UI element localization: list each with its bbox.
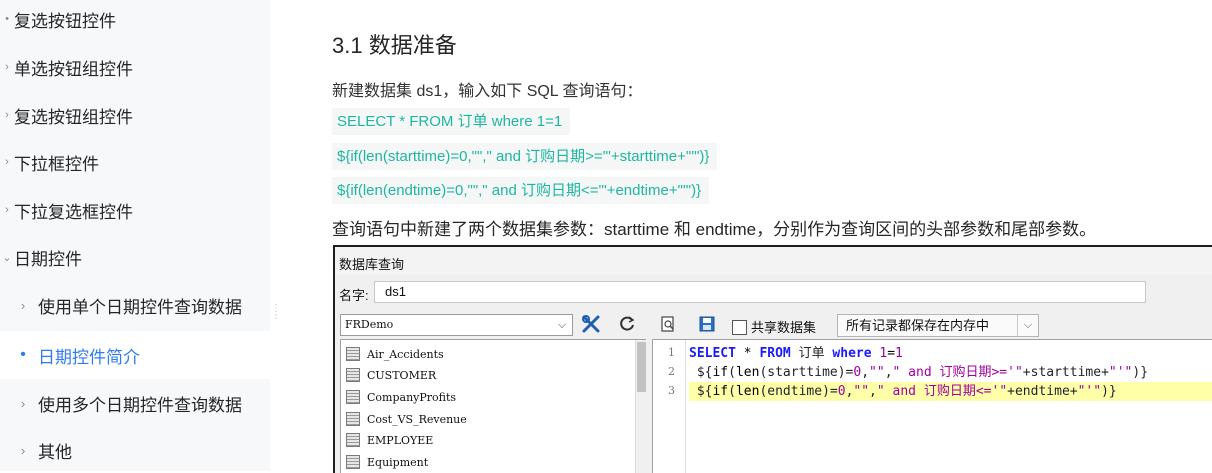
sidebar-child-date-control-intro[interactable]: • 日期控件简介 [0, 331, 270, 379]
share-dataset-label: 共享数据集 [751, 320, 817, 335]
sidebar-item-radio-group-control[interactable]: › 单选按钮组控件 [0, 44, 270, 90]
table-icon [346, 455, 360, 469]
chevron-right-icon: › [5, 61, 9, 73]
memory-mode-select[interactable]: 所有记录都保存在内存中 ⌵ [837, 314, 1039, 337]
sidebar-child-single-date-query[interactable]: › 使用单个日期控件查询数据 [0, 282, 270, 328]
line-number: 2 [668, 365, 675, 378]
sidebar-item-dropdown-checkbox-control[interactable]: › 下拉复选框控件 [0, 187, 270, 233]
datasource-value: FRDemo [345, 318, 394, 331]
sidebar-item-label: 单选按钮组控件 [14, 59, 133, 79]
table-item[interactable]: CUSTOMER [346, 365, 436, 385]
sql-line-2: ${if(len(starttime)=0,""," and 订购日期>='"+… [689, 365, 1149, 380]
table-list[interactable]: Air_Accidents CUSTOMER CompanyProfits Co… [340, 339, 648, 473]
sidebar-child-other[interactable]: › 其他 [0, 427, 270, 473]
chevron-right-icon: › [5, 204, 9, 216]
scrollbar-thumb[interactable] [637, 342, 646, 392]
share-dataset-checkbox[interactable] [732, 320, 747, 335]
code-line: ${if(len(endtime)=0,""," and 订购日期<='"+en… [332, 177, 710, 204]
dialog-title: 数据库查询 [339, 257, 405, 272]
section-title: 3.1 数据准备 [332, 33, 457, 58]
chevron-right-icon: › [20, 395, 26, 411]
name-label: 名字: [339, 288, 369, 303]
sidebar-item-checkbox-group-control[interactable]: › 复选按钮组控件 [0, 92, 270, 138]
table-item[interactable]: CompanyProfits [346, 387, 456, 407]
sql-editor[interactable]: 1 2 3 SELECT * FROM 订单 where 1=1 ${if(le… [652, 339, 1212, 473]
sidebar-child-multi-date-query[interactable]: › 使用多个日期控件查询数据 [0, 380, 270, 426]
preview-icon [661, 316, 674, 332]
param-description: 查询语句中新建了两个数据集参数：starttime 和 endtime，分别作为… [332, 220, 1097, 239]
sidebar-item-label: 日期控件简介 [38, 347, 140, 367]
chevron-right-icon: › [20, 297, 26, 313]
sql-line-1: SELECT * FROM 订单 where 1=1 [689, 346, 903, 361]
tools-icon [582, 315, 600, 333]
table-item[interactable]: EMPLOYEE [346, 430, 433, 450]
sidebar-item-label: 使用多个日期控件查询数据 [38, 395, 242, 415]
line-number: 1 [668, 346, 675, 359]
sidebar-item-label: 下拉复选框控件 [14, 202, 133, 222]
bullet-icon: • [5, 13, 9, 25]
table-item[interactable]: Air_Accidents [346, 344, 444, 364]
code-line: SELECT * FROM 订单 where 1=1 [332, 108, 571, 135]
sidebar: • 复选按钮控件 › 单选按钮组控件 › 复选按钮组控件 › 下拉框控件 › 下… [0, 0, 270, 471]
line-number-gutter: 1 2 3 [653, 340, 686, 473]
refresh-icon [620, 316, 635, 331]
table-icon [346, 433, 360, 447]
datasource-select[interactable]: FRDemo ⌵ [340, 314, 573, 336]
sidebar-item-label: 日期控件 [14, 249, 82, 269]
chevron-right-icon: › [5, 109, 9, 121]
sidebar-item-label: 复选按钮控件 [14, 11, 116, 31]
bullet-icon: • [20, 346, 26, 363]
save-query-button[interactable] [695, 312, 719, 336]
code-line: ${if(len(starttime)=0,""," and 订购日期>='"+… [332, 143, 718, 170]
sidebar-item-label: 其他 [38, 442, 72, 462]
sidebar-item-label: 复选按钮组控件 [14, 107, 133, 127]
table-icon [346, 368, 360, 382]
preview-button[interactable] [656, 312, 680, 336]
table-icon [346, 412, 360, 426]
sidebar-item-label: 下拉框控件 [14, 154, 99, 174]
line-number: 3 [668, 384, 675, 397]
save-icon [699, 316, 715, 332]
chevron-down-icon: ⌵ [557, 318, 567, 331]
intro-text: 新建数据集 ds1，输入如下 SQL 查询语句： [332, 83, 643, 100]
sidebar-item-date-control[interactable]: ⌄ 日期控件 [0, 234, 270, 280]
refresh-button[interactable] [615, 312, 639, 336]
table-item[interactable]: Equipment [346, 452, 428, 472]
table-icon [346, 390, 360, 404]
chevron-right-icon: › [5, 156, 9, 168]
table-item[interactable]: Cost_VS_Revenue [346, 409, 467, 429]
table-icon [346, 347, 360, 361]
dataset-name-input[interactable]: ds1 [374, 281, 1146, 303]
sidebar-item-label: 使用单个日期控件查询数据 [38, 297, 242, 317]
chevron-right-icon: › [20, 442, 26, 458]
database-query-dialog: 数据库查询 名字: ds1 FRDemo ⌵ Air_Accidents CUS… [333, 245, 1212, 473]
dialog-titlebar [335, 247, 1212, 275]
sidebar-item-dropdown-control[interactable]: › 下拉框控件 [0, 139, 270, 185]
sql-line-3: ${if(len(endtime)=0,""," and 订购日期<='"+en… [689, 382, 1212, 401]
memory-mode-value: 所有记录都保存在内存中 [846, 318, 990, 333]
chevron-down-icon: ⌄ [2, 251, 12, 264]
connection-settings-button[interactable] [579, 312, 603, 336]
sidebar-item-checkbox-control[interactable]: • 复选按钮控件 [0, 0, 270, 42]
chevron-down-icon: ⌵ [1017, 315, 1038, 336]
